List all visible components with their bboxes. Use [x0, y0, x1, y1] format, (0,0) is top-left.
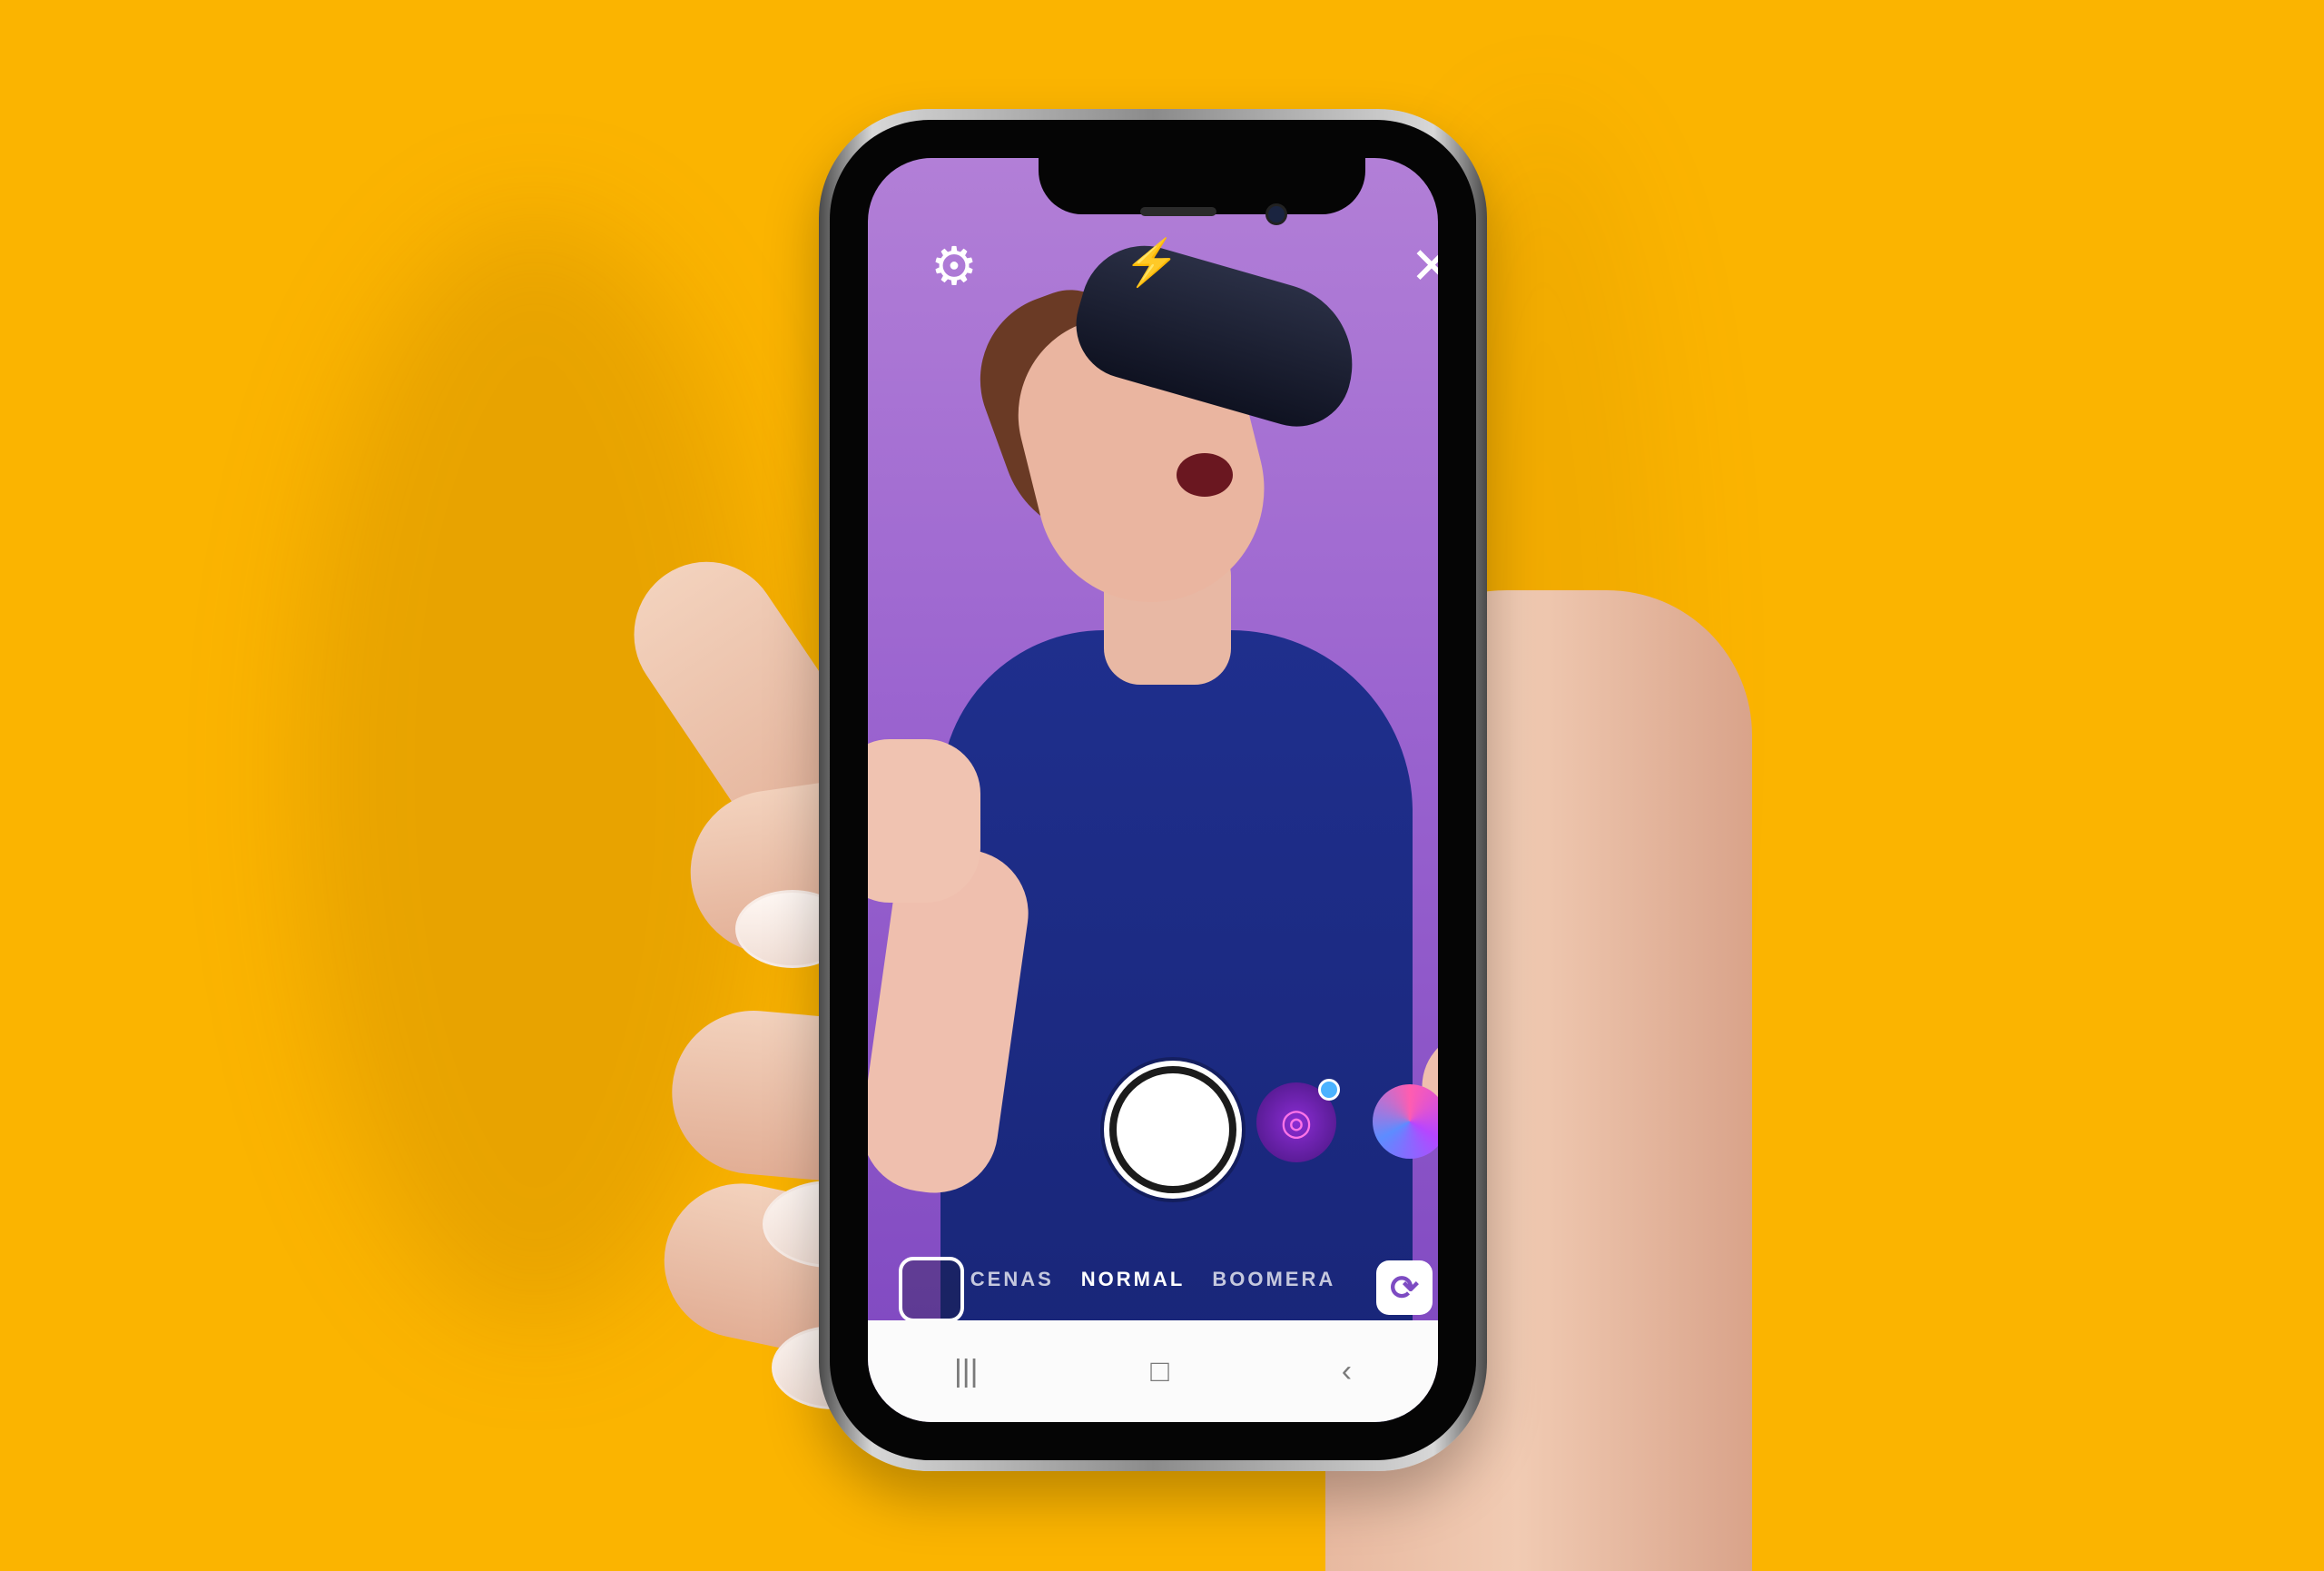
color-orb-icon[interactable] [1373, 1084, 1438, 1159]
front-camera [1265, 203, 1287, 225]
home-icon[interactable]: □ [1150, 1354, 1169, 1389]
back-icon[interactable]: ‹ [1342, 1354, 1352, 1389]
close-icon[interactable]: ✕ [1400, 234, 1438, 298]
shutter-button[interactable] [1109, 1066, 1236, 1193]
notch [1039, 158, 1365, 214]
mode-left[interactable]: CENAS [970, 1268, 1054, 1304]
left-fist [868, 739, 980, 903]
switch-camera-icon[interactable]: ⟳ [1376, 1260, 1433, 1315]
camera-modes: CENAS NORMAL BOOMERA [868, 1268, 1438, 1304]
phone-bezel: ⚙ ⚡ ✕ ◎ CENAS NORMAL BOOMERA ⟳ ||| □ ‹ [830, 120, 1476, 1460]
system-navigation-bar: ||| □ ‹ [868, 1320, 1438, 1422]
recent-apps-icon[interactable]: ||| [954, 1354, 979, 1389]
flash-off-icon[interactable]: ⚡ [1120, 231, 1184, 294]
filter-new-badge [1318, 1079, 1340, 1101]
left-shadow [300, 218, 772, 1326]
earpiece-speaker [1140, 207, 1216, 216]
mouth [1177, 453, 1233, 497]
camera-screen: ⚙ ⚡ ✕ ◎ CENAS NORMAL BOOMERA ⟳ ||| □ ‹ [868, 158, 1438, 1422]
phone-frame: ⚙ ⚡ ✕ ◎ CENAS NORMAL BOOMERA ⟳ ||| □ ‹ [819, 109, 1487, 1471]
mode-right[interactable]: BOOMERA [1212, 1268, 1335, 1304]
mode-active[interactable]: NORMAL [1081, 1268, 1186, 1304]
vr-user-image [868, 158, 1438, 1422]
gear-icon[interactable]: ⚙ [922, 234, 986, 298]
